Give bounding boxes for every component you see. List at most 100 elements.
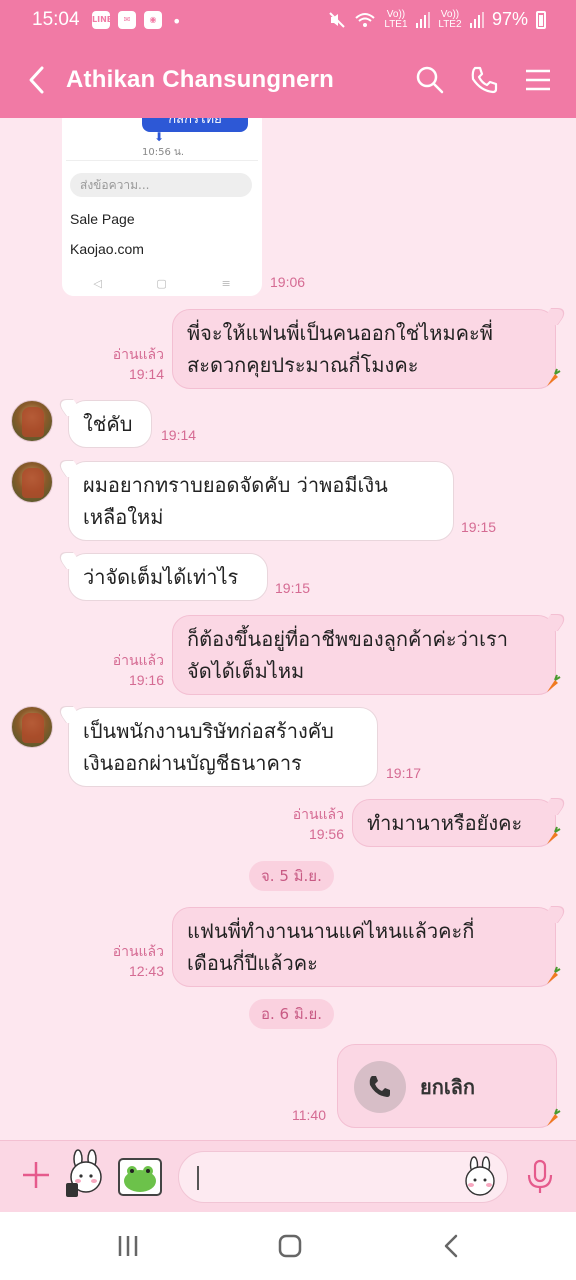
system-back-icon[interactable] <box>436 1230 468 1262</box>
image-nav: ◁ ▢ ≡ <box>66 277 258 290</box>
plus-icon[interactable] <box>20 1159 52 1191</box>
call-status-label: ยกเลิก <box>420 1075 476 1099</box>
message-line: ก็ต้องขึ้นอยู่ที่อาชีพของลูกค้าค่ะว่าเรา <box>187 627 508 651</box>
message-line: ผมอยากทราบยอดจัดคับ ว่าพอมีเงิน <box>83 473 388 497</box>
download-arrow-icon: ⬇ <box>154 130 165 144</box>
message-time: 19:06 <box>270 274 306 290</box>
signal-1-icon <box>415 11 430 28</box>
signal-2-icon <box>469 11 484 28</box>
carrot-sticker-icon <box>547 674 561 692</box>
emoji-icon[interactable] <box>459 1156 501 1198</box>
message-time: 19:14 <box>161 427 197 443</box>
line-app-icon: LINE <box>92 11 112 29</box>
message-line: สะดวกคุยประมาณกี่โมงคะ <box>187 353 419 377</box>
frog-sticker-icon[interactable] <box>116 1149 164 1201</box>
message-line: ทำมานาหรือยังคะ <box>367 811 523 835</box>
menu-icon[interactable] <box>522 64 554 96</box>
search-icon[interactable] <box>414 64 446 96</box>
chat-area[interactable]: กสิกรไทย ⬇ 10:56 น. ส่งข้อความ... Sale P… <box>0 118 576 1140</box>
carrot-sticker-icon <box>547 826 561 844</box>
message-time: 12:43 <box>128 963 164 979</box>
image-nav-back: ◁ <box>93 277 102 290</box>
recents-icon[interactable] <box>112 1230 144 1262</box>
read-label: อ่านแล้ว <box>292 806 344 822</box>
message-line: เหลือใหม่ <box>83 505 164 529</box>
message-line: เงินออกผ่านบัญชีธนาคาร <box>83 751 302 775</box>
image-input-placeholder: ส่งข้อความ... <box>70 173 252 197</box>
date-divider: อ. 6 มิ.ย. <box>249 999 335 1029</box>
carrot-sticker-icon <box>547 368 561 386</box>
message-line: แฟนพี่ทำงานนานแค่ไหนแล้วคะกี่ <box>187 919 475 943</box>
outgoing-message[interactable]: แฟนพี่ทำงานนานแค่ไหนแล้วคะกี่ เดือนกี่ปี… <box>172 907 556 987</box>
app-notification-icon: ◉ <box>144 11 162 29</box>
image-item-kaojao: Kaojao.com <box>70 241 144 257</box>
message-time: 19:14 <box>128 366 164 382</box>
message-line: เดือนกี่ปีแล้วคะ <box>187 951 318 975</box>
incoming-message[interactable]: ผมอยากทราบยอดจัดคับ ว่าพอมีเงิน เหลือใหม… <box>68 461 454 541</box>
phone-icon[interactable] <box>468 64 500 96</box>
message-line: ว่าจัดเต็มได้เท่าไร <box>83 565 239 589</box>
message-input-bar <box>0 1140 576 1212</box>
message-input[interactable] <box>197 1164 457 1192</box>
carrot-sticker-icon <box>547 966 561 984</box>
image-panel: ส่งข้อความ... Sale Page Kaojao.com ◁ ▢ ≡ <box>66 160 258 296</box>
call-icon-circle <box>354 1061 406 1113</box>
avatar[interactable] <box>11 400 53 442</box>
message-time: 19:15 <box>461 519 497 535</box>
message-line: จัดได้เต็มไหม <box>187 659 305 683</box>
message-time: 19:17 <box>386 765 422 781</box>
avatar[interactable] <box>11 461 53 503</box>
read-label: อ่านแล้ว <box>112 346 164 362</box>
network-2-label: Vo)) LTE2 <box>438 8 462 30</box>
image-item-sale-page: Sale Page <box>70 211 135 227</box>
avatar[interactable] <box>11 706 53 748</box>
outgoing-message[interactable]: ทำมานาหรือยังคะ <box>352 799 556 847</box>
text-caret <box>197 1166 199 1190</box>
message-time: 19:56 <box>308 826 344 842</box>
incoming-message[interactable]: ว่าจัดเต็มได้เท่าไร <box>68 553 268 601</box>
incoming-message[interactable]: เป็นพนักงานบริษัทก่อสร้างคับ เงินออกผ่าน… <box>68 707 378 787</box>
more-notifications-dot: • <box>172 12 182 31</box>
read-label: อ่านแล้ว <box>112 652 164 668</box>
system-nav-bar <box>0 1212 576 1280</box>
phone-icon <box>369 1076 390 1097</box>
back-icon[interactable] <box>22 62 58 98</box>
message-input-wrapper <box>178 1151 508 1203</box>
message-time: 19:15 <box>275 580 311 596</box>
chat-title[interactable]: Athikan Chansungnern <box>66 66 334 94</box>
battery-icon <box>536 10 546 29</box>
message-line: พี่จะให้แฟนพี่เป็นคนออกใช่ไหมคะพี่ <box>187 321 493 345</box>
call-message[interactable]: ยกเลิก <box>337 1044 557 1128</box>
notification-icons: LINE ✉ ◉ <box>92 11 162 29</box>
network-1-label: Vo)) LTE1 <box>384 8 408 30</box>
image-nav-home: ▢ <box>156 277 167 290</box>
read-receipt: อ่านแล้ว 19:14 <box>100 344 164 384</box>
message-time: 11:40 <box>292 1107 326 1123</box>
outgoing-message[interactable]: ก็ต้องขึ้นอยู่ที่อาชีพของลูกค้าค่ะว่าเรา… <box>172 615 556 695</box>
microphone-icon[interactable] <box>524 1159 556 1195</box>
read-receipt: อ่านแล้ว 12:43 <box>100 941 164 981</box>
message-time: 19:16 <box>128 672 164 688</box>
carrot-sticker-icon <box>547 1108 561 1126</box>
read-label: อ่านแล้ว <box>112 943 164 959</box>
date-divider: จ. 5 มิ.ย. <box>249 861 334 891</box>
image-time-text: 10:56 น. <box>142 147 185 158</box>
read-receipt: อ่านแล้ว 19:16 <box>100 650 164 690</box>
chat-header: Athikan Chansungnern <box>0 44 576 118</box>
home-icon[interactable] <box>274 1230 306 1262</box>
message-line: เป็นพนักงานบริษัทก่อสร้างคับ <box>83 719 334 743</box>
status-right: Vo)) LTE1 Vo)) LTE2 97% <box>328 9 546 30</box>
wifi-icon <box>355 12 375 27</box>
status-bar: 15:04 LINE ✉ ◉ • Vo)) LTE1 Vo)) LTE2 97% <box>0 0 576 44</box>
message-line: ใช่คับ <box>83 412 133 436</box>
mail-app-icon: ✉ <box>118 11 136 29</box>
mute-icon <box>329 11 345 28</box>
read-receipt: อ่านแล้ว 19:56 <box>280 804 344 844</box>
shared-image[interactable]: กสิกรไทย ⬇ 10:56 น. ส่งข้อความ... Sale P… <box>62 118 262 296</box>
rabbit-sticker-icon[interactable] <box>62 1149 110 1201</box>
status-time: 15:04 <box>32 9 80 30</box>
outgoing-message[interactable]: พี่จะให้แฟนพี่เป็นคนออกใช่ไหมคะพี่ สะดวก… <box>172 309 556 389</box>
image-nav-menu: ≡ <box>221 277 231 290</box>
battery-percent: 97% <box>491 9 528 29</box>
incoming-message[interactable]: ใช่คับ <box>68 400 152 448</box>
